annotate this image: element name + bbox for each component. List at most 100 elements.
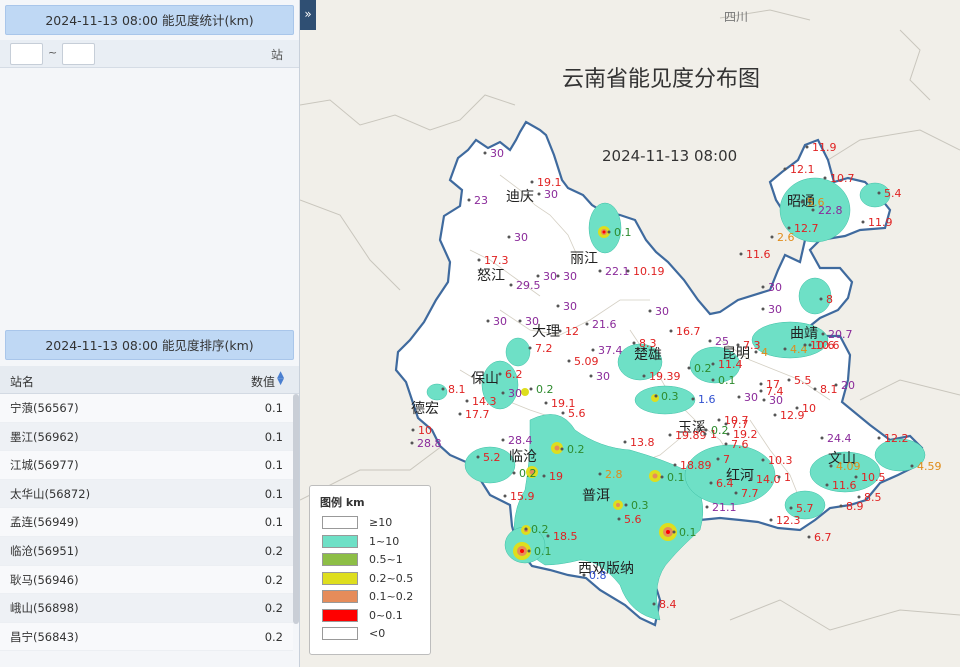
station-dot[interactable] xyxy=(542,474,546,478)
station-dot[interactable] xyxy=(507,235,511,239)
station-value-label[interactable]: 7.7 xyxy=(741,487,759,500)
station-dot[interactable] xyxy=(558,329,562,333)
station-value-label[interactable]: 5.5 xyxy=(794,374,812,387)
station-value-label[interactable]: 12.1 xyxy=(790,163,815,176)
station-dot[interactable] xyxy=(648,309,652,313)
station-value-label[interactable]: 10 xyxy=(418,424,432,437)
station-dot[interactable] xyxy=(607,230,611,234)
station-value-label[interactable]: 0.2 xyxy=(536,383,554,396)
station-value-label[interactable]: 2.6 xyxy=(777,231,795,244)
station-dot[interactable] xyxy=(789,506,793,510)
station-dot[interactable] xyxy=(800,200,804,204)
station-dot[interactable] xyxy=(585,322,589,326)
station-value-label[interactable]: 30 xyxy=(525,315,539,328)
station-value-label[interactable]: 0.1 xyxy=(667,471,685,484)
station-dot[interactable] xyxy=(716,457,720,461)
station-dot[interactable] xyxy=(761,307,765,311)
station-dot[interactable] xyxy=(546,534,550,538)
station-value-label[interactable]: 15.9 xyxy=(510,490,535,503)
station-value-label[interactable]: 29.5 xyxy=(516,279,541,292)
table-row[interactable]: 太华山(56872) 0.1 xyxy=(0,479,293,509)
station-dot[interactable] xyxy=(498,372,502,376)
station-dot[interactable] xyxy=(839,504,843,508)
station-value-label[interactable]: 5.2 xyxy=(483,451,501,464)
station-dot[interactable] xyxy=(762,398,766,402)
station-value-label[interactable]: 11.6 xyxy=(832,479,857,492)
station-dot[interactable] xyxy=(509,283,513,287)
station-value-label[interactable]: 12 xyxy=(565,325,579,338)
station-value-label[interactable]: 1.6 xyxy=(698,393,716,406)
station-dot[interactable] xyxy=(705,505,709,509)
station-dot[interactable] xyxy=(808,343,812,347)
station-value-label[interactable]: 8 xyxy=(826,293,833,306)
station-dot[interactable] xyxy=(717,418,721,422)
station-dot[interactable] xyxy=(854,475,858,479)
column-header-value[interactable]: 数值 xyxy=(251,373,275,390)
station-dot[interactable] xyxy=(501,438,505,442)
table-row[interactable]: 临沧(56951) 0.2 xyxy=(0,536,293,566)
station-dot[interactable] xyxy=(524,527,528,531)
station-dot[interactable] xyxy=(820,436,824,440)
station-dot[interactable] xyxy=(761,285,765,289)
station-value-label[interactable]: 19 xyxy=(549,470,563,483)
station-value-label[interactable]: 21.6 xyxy=(592,318,617,331)
station-dot[interactable] xyxy=(632,341,636,345)
collapse-panel-button[interactable]: » xyxy=(300,0,316,30)
range-min-input[interactable] xyxy=(10,43,43,65)
station-value-label[interactable]: 30 xyxy=(493,315,507,328)
station-value-label[interactable]: 11.9 xyxy=(812,141,837,154)
station-value-label[interactable]: 8.1 xyxy=(448,383,466,396)
station-value-label[interactable]: 0.2 xyxy=(519,467,537,480)
table-row[interactable]: 耿马(56946) 0.2 xyxy=(0,565,293,595)
station-dot[interactable] xyxy=(598,269,602,273)
station-value-label[interactable]: 0.2 xyxy=(531,523,549,536)
station-dot[interactable] xyxy=(821,332,825,336)
station-value-label[interactable]: 30 xyxy=(768,303,782,316)
station-dot[interactable] xyxy=(410,441,414,445)
station-dot[interactable] xyxy=(910,464,914,468)
station-dot[interactable] xyxy=(486,319,490,323)
station-value-label[interactable]: 18.5 xyxy=(553,530,578,543)
station-dot[interactable] xyxy=(703,432,707,436)
station-value-label[interactable]: 8.9 xyxy=(846,500,864,513)
station-dot[interactable] xyxy=(411,428,415,432)
station-dot[interactable] xyxy=(567,359,571,363)
station-value-label[interactable]: 14.3 xyxy=(472,395,497,408)
station-dot[interactable] xyxy=(777,475,781,479)
station-dot[interactable] xyxy=(536,274,540,278)
station-value-label[interactable]: 19.89 xyxy=(675,429,707,442)
station-dot[interactable] xyxy=(711,362,715,366)
station-value-label[interactable]: 30 xyxy=(543,270,557,283)
station-value-label[interactable]: 10.6 xyxy=(815,339,840,352)
station-value-label[interactable]: 30 xyxy=(769,394,783,407)
station-value-label[interactable]: 0.3 xyxy=(631,499,649,512)
station-value-label[interactable]: 12.7 xyxy=(794,222,819,235)
station-value-label[interactable]: 8.4 xyxy=(659,598,677,611)
station-value-label[interactable]: 28.4 xyxy=(508,434,533,447)
station-dot[interactable] xyxy=(503,494,507,498)
station-dot[interactable] xyxy=(709,481,713,485)
station-dot[interactable] xyxy=(544,401,548,405)
station-value-label[interactable]: 0.2 xyxy=(711,424,729,437)
station-dot[interactable] xyxy=(783,167,787,171)
station-dot[interactable] xyxy=(813,387,817,391)
station-value-label[interactable]: 7.6 xyxy=(731,438,749,451)
station-dot[interactable] xyxy=(724,442,728,446)
station-dot[interactable] xyxy=(623,440,627,444)
station-value-label[interactable]: 30 xyxy=(768,281,782,294)
station-dot[interactable] xyxy=(529,387,533,391)
station-dot[interactable] xyxy=(825,483,829,487)
station-value-label[interactable]: 10.7 xyxy=(830,172,855,185)
station-dot[interactable] xyxy=(787,226,791,230)
station-dot[interactable] xyxy=(691,397,695,401)
station-value-label[interactable]: 0.3 xyxy=(661,390,679,403)
station-value-label[interactable]: 11.4 xyxy=(718,358,743,371)
station-dot[interactable] xyxy=(857,495,861,499)
station-dot[interactable] xyxy=(556,304,560,308)
station-value-label[interactable]: 6.7 xyxy=(814,531,832,544)
table-scrollbar[interactable] xyxy=(293,394,299,624)
station-dot[interactable] xyxy=(617,517,621,521)
station-value-label[interactable]: 23 xyxy=(474,194,488,207)
station-value-label[interactable]: 8.5 xyxy=(864,491,882,504)
station-dot[interactable] xyxy=(807,535,811,539)
